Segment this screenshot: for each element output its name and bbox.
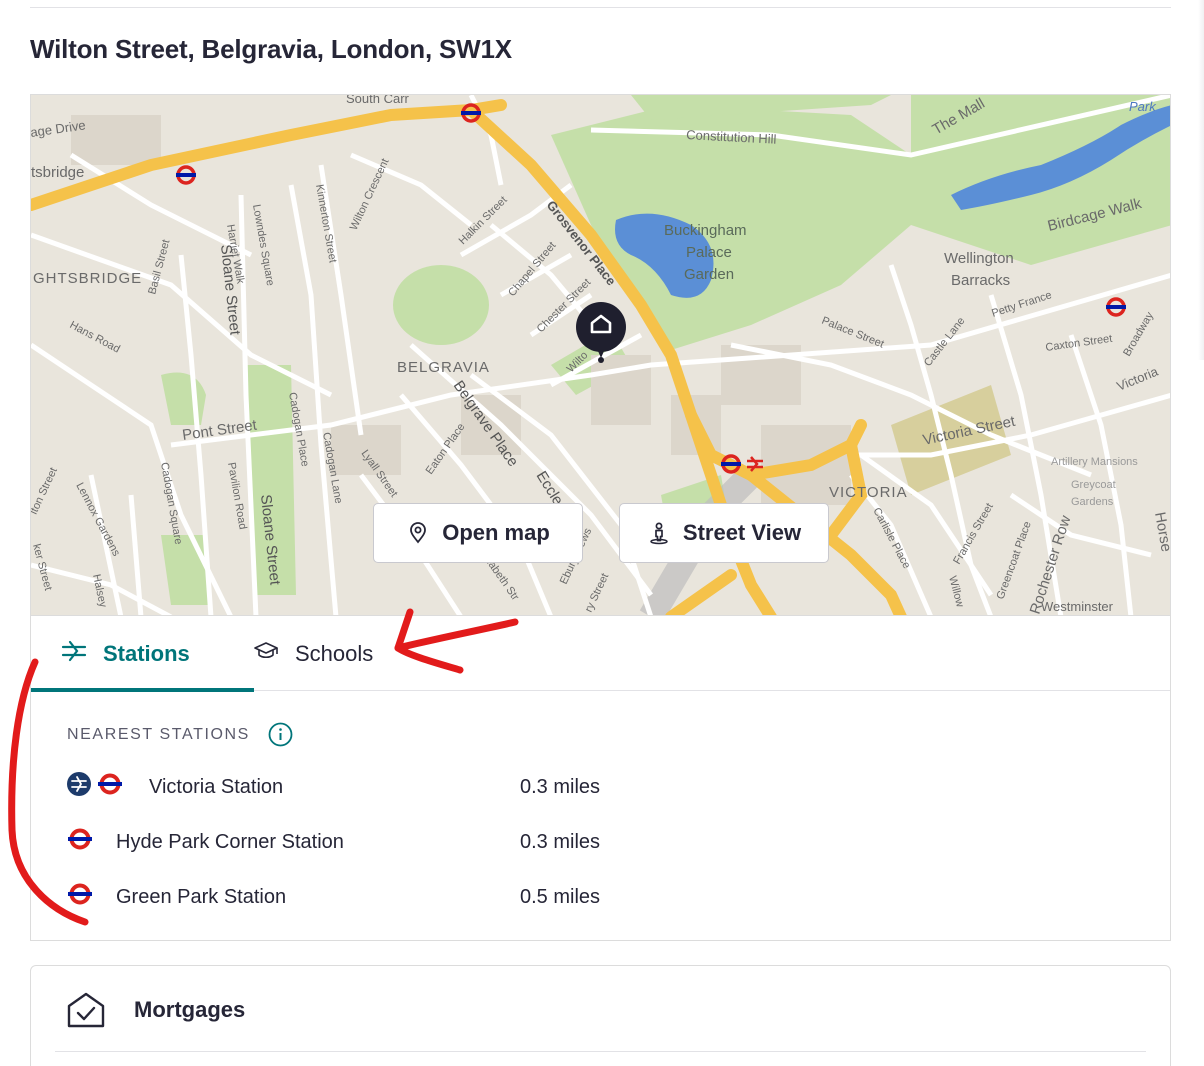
- mortgages-divider: [55, 1051, 1146, 1052]
- map-label-westminster: Westminster: [1041, 599, 1114, 614]
- map-image: South Carr age Drive tsbridge GHTSBRIDGE…: [31, 95, 1170, 615]
- map-label-belgravia: BELGRAVIA: [397, 359, 490, 376]
- national-rail-icon: [67, 772, 91, 802]
- scroll-shadow: [1198, 0, 1204, 360]
- train-icon: [61, 640, 87, 668]
- tab-schools-label: Schools: [295, 640, 374, 666]
- underground-icon: [67, 882, 93, 912]
- station-row: Hyde Park Corner Station 0.3 miles: [67, 827, 627, 857]
- street-view-button[interactable]: Street View: [619, 503, 829, 563]
- map-label-park: Park: [1129, 99, 1157, 114]
- map-label-knightsbridge-road: tsbridge: [31, 164, 84, 181]
- map-label-knightsbridge: GHTSBRIDGE: [33, 270, 142, 287]
- map-label-south-carriage: South Carr: [346, 95, 410, 106]
- nearest-stations-header: NEAREST STATIONS: [67, 722, 293, 747]
- station-distance: 0.3 miles: [520, 775, 601, 798]
- nearest-stations-heading: NEAREST STATIONS: [67, 725, 250, 743]
- underground-icon: [67, 827, 93, 857]
- station-row: Victoria Station 0.3 miles: [67, 772, 627, 802]
- info-icon[interactable]: [268, 722, 293, 747]
- nearby-panel: Stations Schools NEAREST STATIONS Victor…: [30, 616, 1171, 941]
- mortgages-label: Mortgages: [134, 997, 246, 1022]
- map-pin-icon: [406, 521, 430, 545]
- street-view-label: Street View: [682, 520, 802, 545]
- nearby-tabs: Stations Schools: [31, 616, 1170, 692]
- location-map[interactable]: South Carr age Drive tsbridge GHTSBRIDGE…: [30, 94, 1171, 616]
- station-distance: 0.5 miles: [520, 885, 601, 908]
- house-check-icon: [67, 992, 105, 1030]
- tab-stations-label: Stations: [103, 640, 190, 666]
- map-label-buckingham: Buckingham: [664, 222, 747, 239]
- station-name: Hyde Park Corner Station: [116, 830, 344, 853]
- map-label-victoria: VICTORIA: [829, 484, 908, 501]
- station-row: Green Park Station 0.5 miles: [67, 882, 627, 912]
- top-divider: [30, 7, 1171, 8]
- tab-schools[interactable]: Schools: [253, 616, 373, 691]
- map-label-wellington: Wellington: [944, 250, 1014, 267]
- tab-stations[interactable]: Stations: [31, 616, 254, 692]
- map-label-palace: Palace: [686, 244, 732, 261]
- open-map-label: Open map: [442, 520, 550, 545]
- map-label-barracks: Barracks: [951, 272, 1010, 289]
- property-address: Wilton Street, Belgravia, London, SW1X: [30, 34, 512, 64]
- belgrave-square-garden: [393, 265, 489, 345]
- station-distance: 0.3 miles: [520, 830, 601, 853]
- pegman-icon: [647, 521, 671, 545]
- map-label-greycoat: Greycoat: [1071, 479, 1116, 491]
- map-label-artillery-mansions: Artillery Mansions: [1051, 456, 1138, 468]
- open-map-button[interactable]: Open map: [373, 503, 583, 563]
- map-label-gardens: Gardens: [1071, 496, 1114, 508]
- station-name: Green Park Station: [116, 885, 287, 908]
- mortgages-section[interactable]: Mortgages: [30, 965, 1171, 1066]
- graduation-cap-icon: [253, 640, 279, 668]
- station-name: Victoria Station: [149, 775, 284, 798]
- map-label-garden: Garden: [684, 266, 734, 283]
- underground-icon: [97, 772, 123, 802]
